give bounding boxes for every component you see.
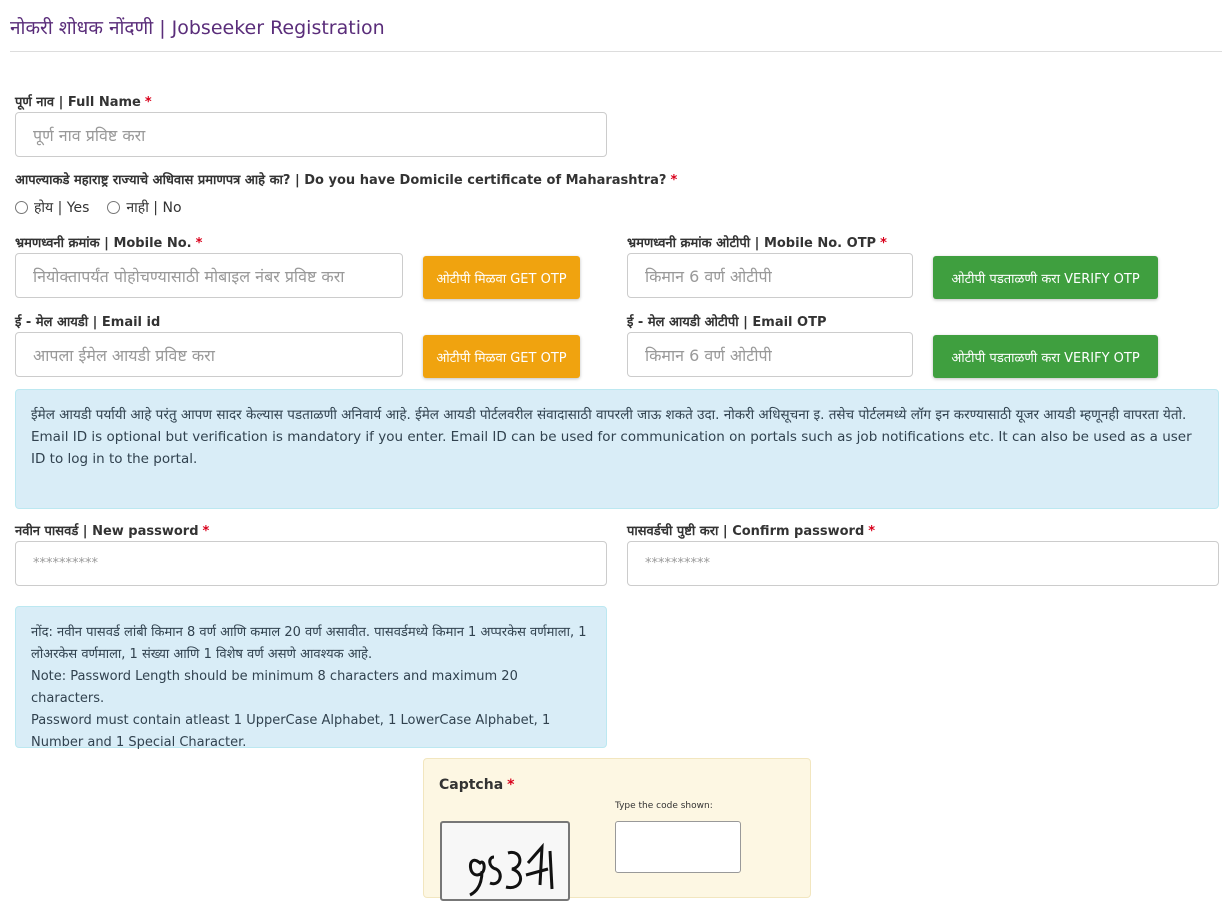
domicile-no-label[interactable]: नाही | No xyxy=(126,198,181,217)
captcha-label: Captcha * xyxy=(439,777,515,793)
mobile-input[interactable]: नियोक्तापर्यंत पोहोचण्यासाठी मोबाइल नंबर… xyxy=(15,253,403,298)
mobile-otp-label: भ्रमणध्वनी क्रमांक ओटीपी | Mobile No. OT… xyxy=(627,236,887,251)
password-note-marathi: नोंद: नवीन पासवर्ड लांबी किमान 8 वर्ण आण… xyxy=(31,625,587,662)
email-info-alert: ईमेल आयडी पर्यायी आहे परंतु आपण सादर केल… xyxy=(15,389,1219,509)
email-label: ई - मेल आयडी | Email id xyxy=(15,315,161,330)
header-divider xyxy=(10,51,1222,52)
full-name-label: पूर्ण नाव | Full Name * xyxy=(15,95,152,110)
captcha-input[interactable] xyxy=(615,821,741,873)
full-name-input[interactable]: पूर्ण नाव प्रविष्ट करा xyxy=(15,112,607,157)
captcha-hint: Type the code shown: xyxy=(615,801,713,811)
new-password-input[interactable]: ********** xyxy=(15,541,607,586)
email-info-english: Email ID is optional but verification is… xyxy=(31,429,1192,467)
email-get-otp-button[interactable]: ओटीपी मिळवा GET OTP xyxy=(423,335,580,378)
password-note-alert: नोंद: नवीन पासवर्ड लांबी किमान 8 वर्ण आण… xyxy=(15,606,607,750)
password-note-english-rules: Password must contain atleast 1 UpperCas… xyxy=(31,713,551,750)
mobile-label: भ्रमणध्वनी क्रमांक | Mobile No. * xyxy=(15,236,203,251)
mobile-otp-input[interactable]: किमान 6 वर्ण ओटीपी xyxy=(627,253,913,298)
password-note-english-length: Note: Password Length should be minimum … xyxy=(31,669,518,706)
domicile-yes-label[interactable]: होय | Yes xyxy=(34,198,89,217)
domicile-no-radio[interactable] xyxy=(107,201,121,214)
mobile-get-otp-button[interactable]: ओटीपी मिळवा GET OTP xyxy=(423,256,580,299)
email-info-marathi: ईमेल आयडी पर्यायी आहे परंतु आपण सादर केल… xyxy=(31,407,1187,423)
email-input[interactable]: आपला ईमेल आयडी प्रविष्ट करा xyxy=(15,332,403,377)
email-verify-otp-button[interactable]: ओटीपी पडताळणी करा VERIFY OTP xyxy=(933,335,1158,378)
confirm-password-label: पासवर्डची पुष्टी करा | Confirm password * xyxy=(627,524,876,539)
domicile-yes-radio[interactable] xyxy=(15,201,28,214)
page-title: नोकरी शोधक नोंदणी | Jobseeker Registrati… xyxy=(10,17,385,39)
captcha-glyphs xyxy=(468,842,554,897)
domicile-question: आपल्याकडे महाराष्ट्र राज्याचे अधिवास प्र… xyxy=(15,173,678,188)
confirm-password-input[interactable]: ********** xyxy=(627,541,1219,586)
captcha-image xyxy=(440,821,570,901)
domicile-options: होय | Yes नाही | No xyxy=(15,198,200,217)
new-password-label: नवीन पासवर्ड | New password * xyxy=(15,524,210,539)
captcha-panel: Captcha * Type the code shown: xyxy=(423,758,811,901)
email-otp-input[interactable]: किमान 6 वर्ण ओटीपी xyxy=(627,332,913,377)
email-otp-label: ई - मेल आयडी ओटीपी | Email OTP xyxy=(627,315,827,330)
mobile-verify-otp-button[interactable]: ओटीपी पडताळणी करा VERIFY OTP xyxy=(933,256,1158,299)
